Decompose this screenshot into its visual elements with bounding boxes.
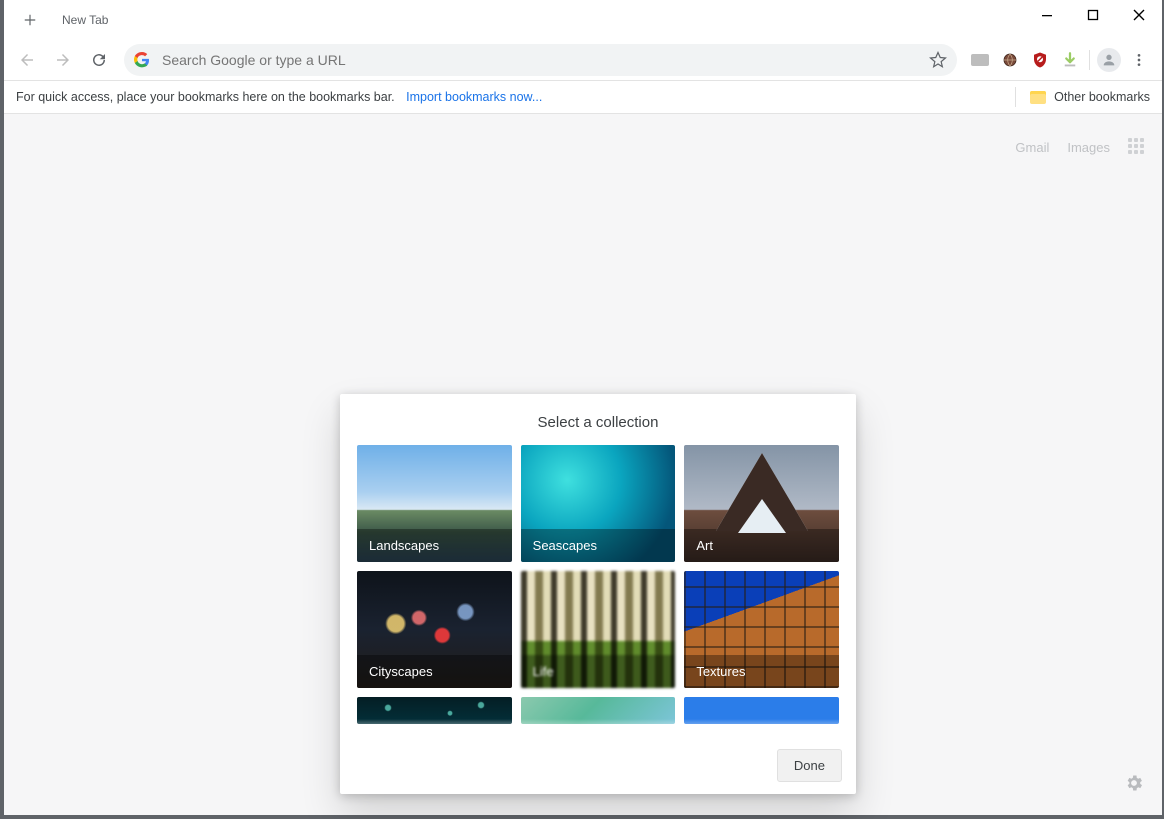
collection-tile-label: Art (684, 529, 839, 562)
new-tab-page: Gmail Images Select a collection Landsca… (4, 114, 1162, 815)
collection-tile-label: Life (521, 655, 676, 688)
other-bookmarks-button[interactable]: Other bookmarks (1054, 90, 1150, 104)
dialog-footer: Done (340, 737, 856, 794)
toolbar (4, 40, 1162, 81)
reload-icon (90, 51, 108, 69)
window-close[interactable] (1116, 0, 1162, 30)
extension-icons (965, 45, 1156, 75)
omnibox-input[interactable] (160, 51, 919, 69)
collection-tile-label: Textures (684, 655, 839, 688)
maximize-icon (1087, 9, 1099, 21)
google-apps-button[interactable] (1128, 138, 1146, 156)
collection-grid: Landscapes SeascapesArt Cityscapes LifeText… (357, 445, 839, 724)
close-icon (1133, 9, 1145, 21)
collection-tile-label: Cityscapes (357, 655, 512, 688)
collection-tile-landscapes[interactable]: Landscapes (357, 445, 512, 562)
collection-tile-extra-2[interactable] (684, 697, 839, 724)
collection-tile-extra-0[interactable] (357, 697, 512, 724)
arrow-left-icon (18, 51, 36, 69)
extension-download-icon[interactable] (1055, 45, 1085, 75)
import-bookmarks-link[interactable]: Import bookmarks now... (406, 90, 542, 104)
minimize-icon (1041, 9, 1053, 21)
arrow-right-icon (54, 51, 72, 69)
dialog-body[interactable]: Landscapes SeascapesArt Cityscapes LifeText… (340, 445, 856, 737)
gear-icon (1124, 773, 1144, 793)
done-button[interactable]: Done (777, 749, 842, 782)
select-collection-dialog: Select a collection Landscapes SeascapesA… (340, 394, 856, 794)
kebab-menu-icon (1131, 52, 1147, 68)
omnibox[interactable] (124, 44, 957, 76)
window-controls (1024, 0, 1162, 30)
browser-tab[interactable]: New Tab (48, 3, 126, 37)
collection-tile-cityscapes[interactable]: Cityscapes (357, 571, 512, 688)
ntp-header-links: Gmail Images (1015, 138, 1146, 156)
download-arrow-icon (1061, 51, 1079, 69)
collection-tile-life[interactable]: Life (521, 571, 676, 688)
tab-title: New Tab (62, 13, 108, 27)
folder-icon (1030, 91, 1046, 104)
bookmark-star-icon[interactable] (929, 51, 947, 69)
shield-icon (1031, 51, 1049, 69)
collection-tile-label: Landscapes (357, 529, 512, 562)
window-maximize[interactable] (1070, 0, 1116, 30)
extension-icon-2[interactable] (995, 45, 1025, 75)
collection-tile-seascapes[interactable]: Seascapes (521, 445, 676, 562)
plus-icon (23, 13, 37, 27)
google-g-icon (134, 52, 150, 68)
images-link[interactable]: Images (1067, 140, 1110, 155)
chrome-menu-button[interactable] (1124, 45, 1154, 75)
extension-icon-1[interactable] (965, 45, 995, 75)
collection-tile-extra-1[interactable] (521, 697, 676, 724)
generic-ext-icon (971, 54, 989, 66)
new-tab-button[interactable] (16, 6, 44, 34)
nav-forward-button[interactable] (46, 43, 80, 77)
bookmarks-bar: For quick access, place your bookmarks h… (4, 81, 1162, 114)
profile-avatar[interactable] (1094, 45, 1124, 75)
bookmarks-hint: For quick access, place your bookmarks h… (16, 90, 395, 104)
collection-tile-label: Seascapes (521, 529, 676, 562)
avatar-icon (1097, 48, 1121, 72)
nav-reload-button[interactable] (82, 43, 116, 77)
browser-window: New Tab (4, 0, 1162, 815)
collection-tile-art[interactable]: Art (684, 445, 839, 562)
gmail-link[interactable]: Gmail (1015, 140, 1049, 155)
dialog-title: Select a collection (340, 394, 856, 445)
toolbar-separator (1089, 50, 1090, 70)
extension-ublock-icon[interactable] (1025, 45, 1055, 75)
nav-back-button[interactable] (10, 43, 44, 77)
collection-tile-textures[interactable]: Textures (684, 571, 839, 688)
window-minimize[interactable] (1024, 0, 1070, 30)
bookmarks-separator (1015, 87, 1016, 107)
globe-ext-icon (1001, 51, 1019, 69)
tab-strip: New Tab (4, 0, 1162, 40)
customize-button[interactable] (1124, 773, 1144, 793)
